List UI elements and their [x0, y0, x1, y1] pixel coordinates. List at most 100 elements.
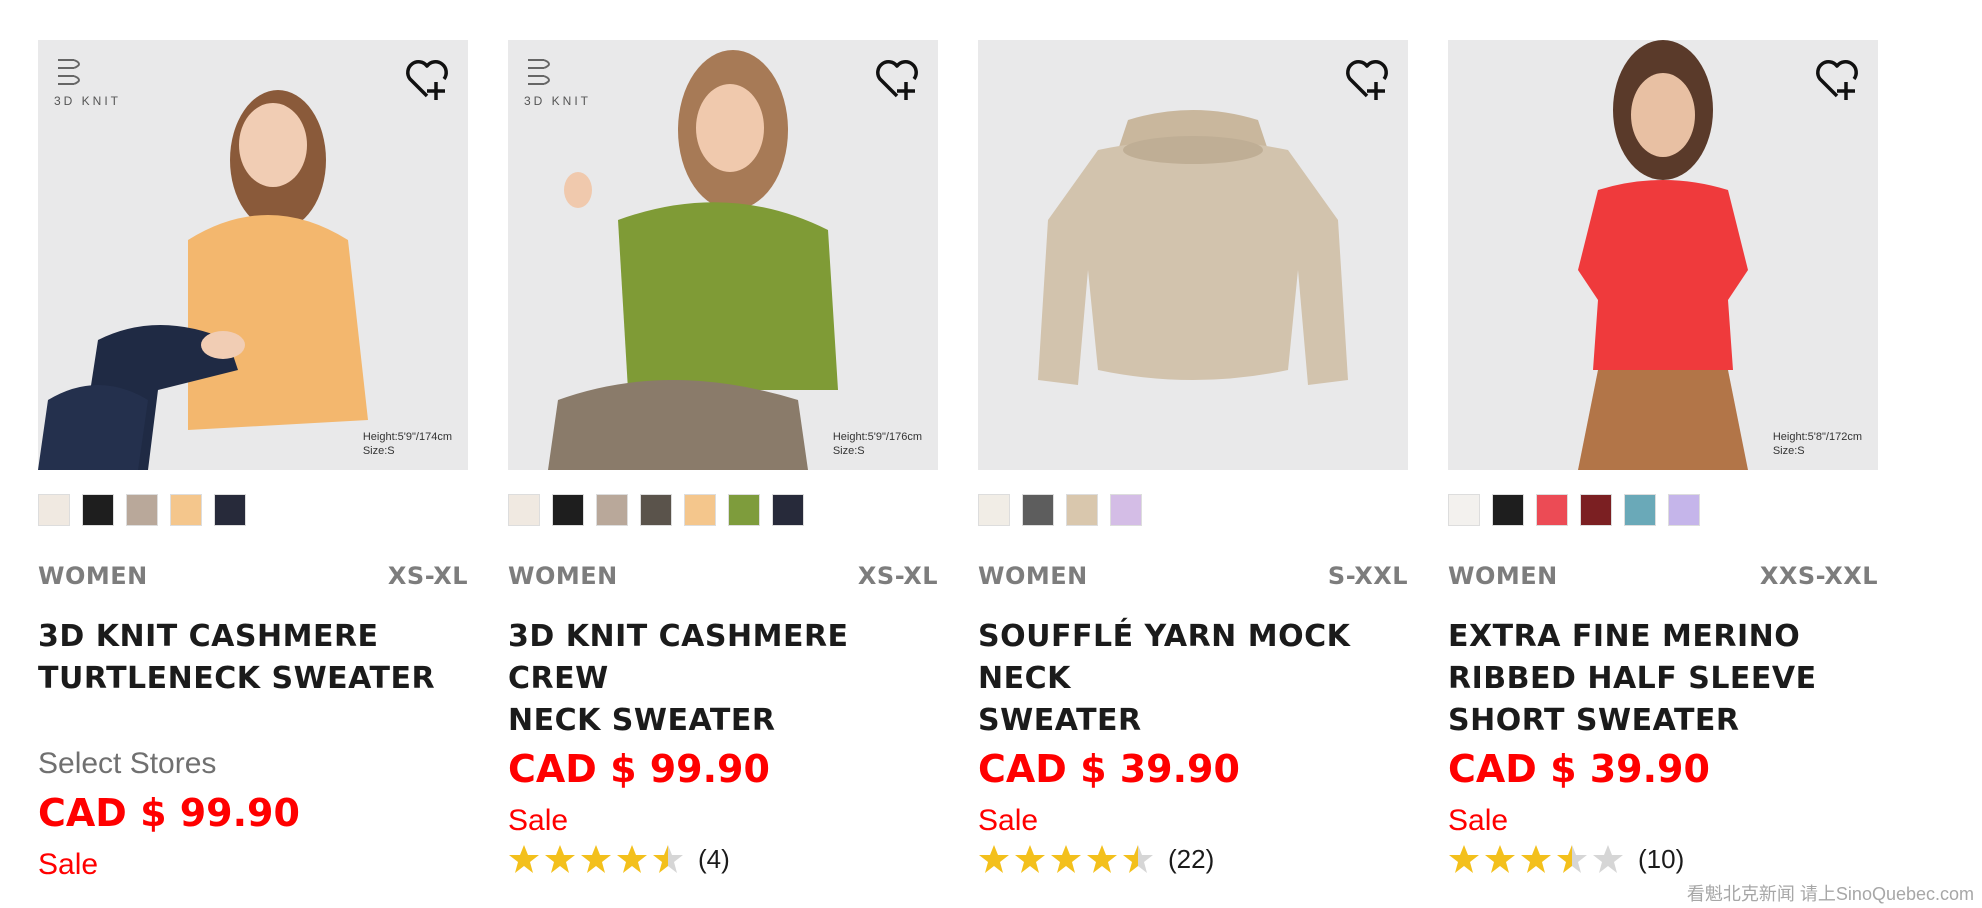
model-size: Size:S: [1772, 445, 1805, 457]
3d-knit-badge: 3D KNIT: [524, 94, 592, 108]
star-icon: [545, 845, 575, 873]
product-name-line: TURTLENECK SWEATER: [38, 661, 436, 696]
product-name[interactable]: EXTRA FINE MERINO RIBBED HALF SLEEVE SHO…: [1448, 616, 1878, 742]
size-range: XS-XL: [387, 562, 468, 590]
color-swatches: [1448, 494, 1878, 526]
product-image[interactable]: 3D KNIT Height:5'9"/174cm Size:S: [38, 40, 468, 470]
sale-label: Sale: [978, 804, 1039, 837]
product-card[interactable]: Height:5'8"/172cm Size:S WOMEN XXS-XXL E…: [1448, 40, 1878, 886]
color-swatch[interactable]: [978, 494, 1010, 526]
price: CAD $ 99.90: [508, 747, 770, 791]
star-icon: [617, 845, 647, 873]
color-swatch[interactable]: [126, 494, 158, 526]
product-image[interactable]: 3D KNIT Height:5'9"/176cm Size:S: [508, 40, 938, 470]
star-icon: [1087, 845, 1117, 873]
rating-stars: [978, 843, 1154, 875]
review-count: (22): [1168, 843, 1215, 874]
price: CAD $ 39.90: [978, 747, 1240, 791]
star-icon: [1123, 845, 1153, 873]
size-range: S-XXL: [1327, 562, 1408, 590]
heart-plus-icon[interactable]: [872, 54, 922, 104]
color-swatch[interactable]: [1022, 494, 1054, 526]
color-swatch[interactable]: [596, 494, 628, 526]
color-swatch[interactable]: [1536, 494, 1568, 526]
gender-category: WOMEN: [978, 562, 1088, 590]
color-swatches: [978, 494, 1408, 526]
product-meta: WOMEN XS-XL: [508, 562, 938, 590]
rating[interactable]: (4): [508, 844, 938, 874]
3d-knit-logo-icon: 3D KNIT: [52, 54, 132, 114]
color-swatch[interactable]: [772, 494, 804, 526]
product-name[interactable]: 3D KNIT CASHMERE TURTLENECK SWEATER: [38, 616, 468, 742]
heart-plus-icon[interactable]: [1342, 54, 1392, 104]
product-name-line: EXTRA FINE MERINO: [1448, 619, 1801, 654]
color-swatch[interactable]: [1110, 494, 1142, 526]
rating[interactable]: (10): [1448, 844, 1878, 874]
star-icon: [581, 845, 611, 873]
product-image[interactable]: [978, 40, 1408, 470]
star-icon: [1015, 845, 1045, 873]
color-swatch[interactable]: [82, 494, 114, 526]
product-photo: [978, 40, 1408, 470]
product-name-line: SWEATER: [978, 703, 1142, 738]
review-count: (4): [698, 843, 730, 874]
model-height: Height:5'8"/172cm: [1772, 431, 1862, 443]
gender-category: WOMEN: [1448, 562, 1558, 590]
model-size: Size:S: [362, 445, 395, 457]
color-swatches: [508, 494, 938, 526]
color-swatch[interactable]: [1668, 494, 1700, 526]
product-name[interactable]: SOUFFLÉ YARN MOCK NECK SWEATER: [978, 616, 1408, 742]
store-availability: Select Stores: [38, 747, 217, 780]
star-icon: [509, 845, 539, 873]
product-photo: [1448, 40, 1878, 470]
model-height: Height:5'9"/176cm: [832, 431, 922, 443]
model-height: Height:5'9"/174cm: [362, 431, 452, 443]
model-size-note: Height:5'9"/176cm Size:S: [833, 430, 922, 458]
color-swatch[interactable]: [170, 494, 202, 526]
price: CAD $ 39.90: [1448, 747, 1710, 791]
sale-label: Sale: [508, 804, 569, 837]
sale-label: Sale: [38, 848, 99, 881]
model-size-note: Height:5'9"/174cm Size:S: [363, 430, 452, 458]
product-card[interactable]: 3D KNIT Height:5'9"/176cm Size:S WOMEN X…: [508, 40, 938, 886]
color-swatch[interactable]: [38, 494, 70, 526]
color-swatch[interactable]: [1066, 494, 1098, 526]
product-name-line: NECK SWEATER: [508, 703, 776, 738]
rating-stars: [1448, 843, 1624, 875]
color-swatches: [38, 494, 468, 526]
price: CAD $ 99.90: [38, 791, 300, 835]
product-meta: WOMEN XS-XL: [38, 562, 468, 590]
3d-knit-badge: 3D KNIT: [54, 94, 122, 108]
model-size: Size:S: [832, 445, 865, 457]
review-count: (10): [1638, 843, 1685, 874]
color-swatch[interactable]: [1448, 494, 1480, 526]
star-icon: [653, 845, 683, 873]
product-card[interactable]: WOMEN S-XXL SOUFFLÉ YARN MOCK NECK SWEAT…: [978, 40, 1408, 886]
heart-plus-icon[interactable]: [1812, 54, 1862, 104]
product-image[interactable]: Height:5'8"/172cm Size:S: [1448, 40, 1878, 470]
size-range: XS-XL: [857, 562, 938, 590]
color-swatch[interactable]: [1580, 494, 1612, 526]
watermark: 看魁北克新闻 请上SinoQuebec.com: [1686, 884, 1974, 904]
model-size-note: Height:5'8"/172cm Size:S: [1773, 430, 1862, 458]
rating[interactable]: (22): [978, 844, 1408, 874]
product-card[interactable]: 3D KNIT Height:5'9"/174cm Size:S WOMEN X…: [38, 40, 468, 886]
star-icon: [1449, 845, 1479, 873]
color-swatch[interactable]: [508, 494, 540, 526]
color-swatch[interactable]: [1624, 494, 1656, 526]
product-name-line: SHORT SWEATER: [1448, 703, 1740, 738]
color-swatch[interactable]: [640, 494, 672, 526]
heart-plus-icon[interactable]: [402, 54, 452, 104]
gender-category: WOMEN: [38, 562, 148, 590]
star-icon: [979, 845, 1009, 873]
3d-knit-logo-icon: 3D KNIT: [522, 54, 602, 114]
color-swatch[interactable]: [214, 494, 246, 526]
color-swatch[interactable]: [1492, 494, 1524, 526]
color-swatch[interactable]: [552, 494, 584, 526]
color-swatch[interactable]: [728, 494, 760, 526]
sale-label: Sale: [1448, 804, 1509, 837]
product-name-line: 3D KNIT CASHMERE: [38, 619, 379, 654]
color-swatch[interactable]: [684, 494, 716, 526]
rating-stars: [508, 843, 684, 875]
product-name[interactable]: 3D KNIT CASHMERE CREW NECK SWEATER: [508, 616, 938, 742]
